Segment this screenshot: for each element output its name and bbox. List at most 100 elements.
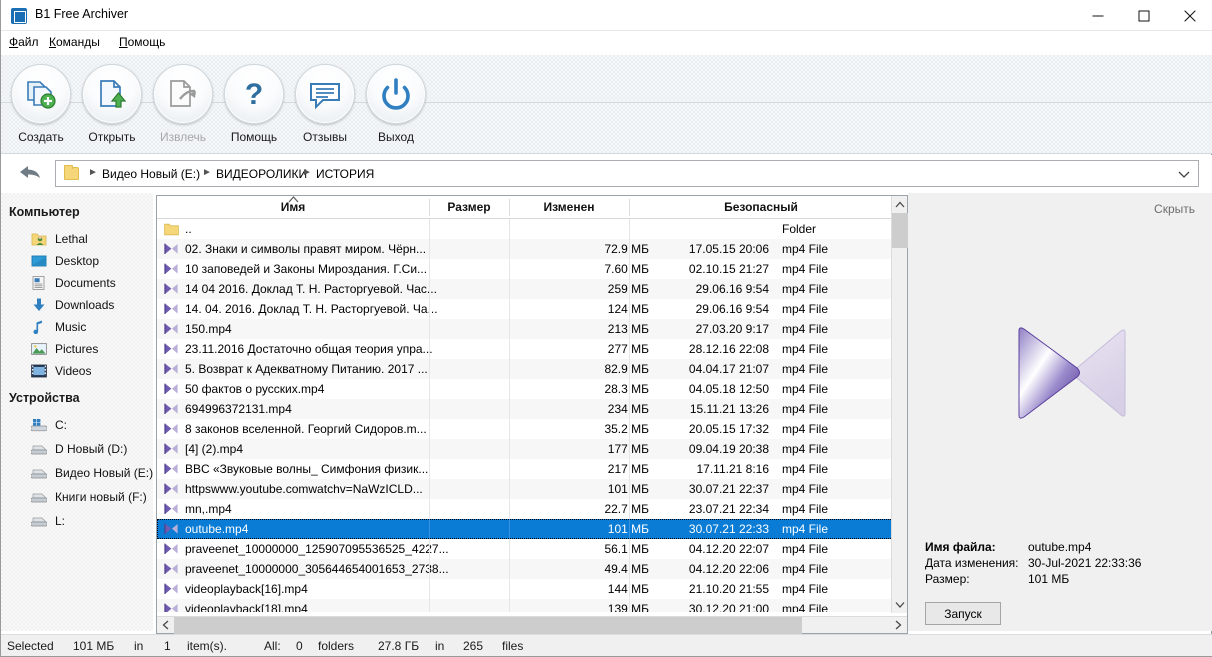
file-info-key-date: Дата изменения: [925, 556, 1019, 570]
table-row[interactable]: 14 04 2016. Доклад Т. Н. Расторгуевой. Ч… [157, 279, 893, 299]
toolbar-button-create[interactable]: Создать [5, 64, 77, 150]
scroll-right-arrow-icon[interactable] [890, 617, 907, 634]
table-row[interactable]: praveenet_10000000_305644654001653_2738.… [157, 559, 893, 579]
file-info-row: Имя файла: outube.mp4 [925, 540, 1205, 556]
table-row[interactable]: videoplayback[18].mp4 139 МБ 30.12.20 21:0… [157, 599, 893, 612]
cell-date: 09.04.19 20:38 [688, 442, 769, 456]
cell-divider [509, 259, 510, 279]
kmplayer-video-icon [1011, 321, 1127, 428]
table-row[interactable]: 02. Знаки и символы правят миром. Чёрн..… [157, 239, 893, 259]
toolbar-button-extract[interactable]: Извлечь [147, 64, 219, 150]
cell-divider [429, 359, 430, 379]
menu-item-file[interactable]: Файл [9, 35, 39, 49]
horizontal-scrollbar[interactable] [157, 616, 907, 634]
horizontal-scroll-thumb[interactable] [174, 617, 802, 634]
chevron-down-icon[interactable] [1178, 169, 1190, 183]
cell-secure: mp4 File [782, 362, 829, 376]
folder-icon [164, 222, 179, 236]
video-file-icon [164, 262, 179, 276]
cell-divider [629, 519, 630, 539]
cell-date: 28.12.16 22:08 [688, 342, 769, 356]
breadcrumb-item-1[interactable]: ВИДЕОРОЛИКИ [216, 167, 307, 181]
column-header-size[interactable]: Размер [429, 200, 509, 214]
table-row[interactable]: httpswww.youtube.comwatchv=NaWzICLD... 10… [157, 479, 893, 499]
status-selected-count: 1 [164, 639, 171, 653]
cell-divider [629, 379, 630, 399]
column-header-modified[interactable]: Изменен [509, 200, 629, 214]
cell-secure: mp4 File [782, 302, 829, 316]
scroll-down-arrow-icon[interactable] [892, 596, 908, 613]
table-row[interactable]: outube.mp4 101 МБ 30.07.21 22:33 mp4 File [157, 519, 893, 539]
video-file-icon [164, 542, 179, 556]
video-file-icon [164, 362, 179, 376]
table-row[interactable]: 50 фактов о русских.mp4 28.3 МБ 04.05.18 1… [157, 379, 893, 399]
video-file-icon [164, 462, 179, 476]
cell-divider [429, 479, 430, 499]
scroll-up-arrow-icon[interactable] [892, 196, 908, 213]
toolbar-button-help[interactable]: ? Помощь [218, 64, 290, 150]
toolbar-button-open[interactable]: Открыть [76, 64, 148, 150]
status-selected-label: Selected [7, 639, 54, 653]
table-row[interactable]: 23.11.2016 Достаточно общая теория упра.… [157, 339, 893, 359]
cell-secure: mp4 File [782, 422, 829, 436]
cell-secure: mp4 File [782, 562, 829, 576]
menu-item-help[interactable]: Помощь [119, 35, 165, 49]
scroll-left-arrow-icon[interactable] [157, 617, 174, 634]
table-row[interactable]: .. Folder [157, 219, 893, 239]
cell-divider [429, 599, 430, 612]
address-input[interactable]: ► Видео Новый (E:) ► ВИДЕОРОЛИКИ ► ИСТОР… [55, 160, 1199, 187]
vertical-scroll-thumb[interactable] [892, 213, 908, 248]
close-button[interactable] [1167, 0, 1212, 31]
table-row[interactable]: [4] (2).mp4 177 МБ 09.04.19 20:38 mp4 File [157, 439, 893, 459]
hide-panel-button[interactable]: Скрыть [1154, 202, 1195, 216]
table-row[interactable]: 150.mp4 213 МБ 27.03.20 9:17 mp4 File [157, 319, 893, 339]
cell-divider [509, 459, 510, 479]
status-folders-label: folders [318, 639, 355, 653]
documents-icon [31, 276, 47, 290]
back-arrow-icon[interactable] [17, 162, 45, 186]
cell-date: 17.11.21 8:16 [696, 462, 769, 476]
status-items-label: item(s). [187, 639, 227, 653]
cell-date: 04.12.20 22:06 [688, 562, 769, 576]
run-button[interactable]: Запуск [925, 602, 1001, 625]
cell-divider [509, 239, 510, 259]
cell-divider [429, 339, 430, 359]
table-row[interactable]: mn,.mp4 22.7 МБ 23.07.21 22:34 mp4 File [157, 499, 893, 519]
table-row[interactable]: 694996372131.mp4 234 МБ 15.11.21 13:26 mp4 … [157, 399, 893, 419]
cell-divider [629, 279, 630, 299]
video-file-icon [164, 422, 179, 436]
breadcrumb-item-2[interactable]: ИСТОРИЯ [316, 167, 374, 181]
cell-date: 20.05.15 17:32 [688, 422, 769, 436]
cell-divider [509, 219, 510, 239]
minimize-button[interactable] [1075, 0, 1121, 31]
toolbar-button-exit[interactable]: Выход [360, 64, 432, 150]
cell-divider [629, 439, 630, 459]
table-row[interactable]: 5. Возврат к Адекватному Питанию. 2017 .… [157, 359, 893, 379]
toolbar-button-feedback[interactable]: Отзывы [289, 64, 361, 150]
status-folders-count: 0 [296, 639, 303, 653]
cell-divider [509, 559, 510, 579]
table-row[interactable]: 14. 04. 2016. Доклад Т. Н. Расторгуевой.… [157, 299, 893, 319]
cell-divider [629, 499, 630, 519]
vertical-scrollbar[interactable] [891, 196, 908, 613]
video-file-icon [164, 342, 179, 356]
sidebar-item-label: Music [55, 320, 87, 334]
cell-divider [629, 219, 630, 239]
table-row[interactable]: BBC «Звуковые волны_ Симфония физик... 21… [157, 459, 893, 479]
preview-panel: Скрыть Имя файла: outube.mp4 Дата измене… [908, 193, 1212, 631]
cell-date: 27.03.20 9:17 [695, 322, 769, 336]
menu-bar: Файл Команды Помощь [1, 31, 1212, 55]
table-row[interactable]: 8 законов вселенной. Георгий Сидоров.m..… [157, 419, 893, 439]
maximize-button[interactable] [1121, 0, 1167, 31]
video-file-icon [164, 582, 179, 596]
table-row[interactable]: praveenet_10000000_125907095536525_4227.… [157, 539, 893, 559]
column-header-secure[interactable]: Безопасный [629, 200, 893, 214]
file-list-header: Имя Размер Изменен Безопасный [157, 196, 893, 219]
status-bar: Selected 101 МБ in 1 item(s). All: 0 fol… [1, 634, 1212, 656]
table-row[interactable]: 10 заповедей и Законы Мироздания. Г.Си..… [157, 259, 893, 279]
breadcrumb-item-0[interactable]: Видео Новый (E:) [102, 167, 200, 181]
file-info-value-size: 101 МБ [1028, 572, 1070, 586]
cell-divider [429, 499, 430, 519]
table-row[interactable]: videoplayback[16].mp4 144 МБ 21.10.20 21:5… [157, 579, 893, 599]
menu-item-commands[interactable]: Команды [49, 35, 100, 49]
